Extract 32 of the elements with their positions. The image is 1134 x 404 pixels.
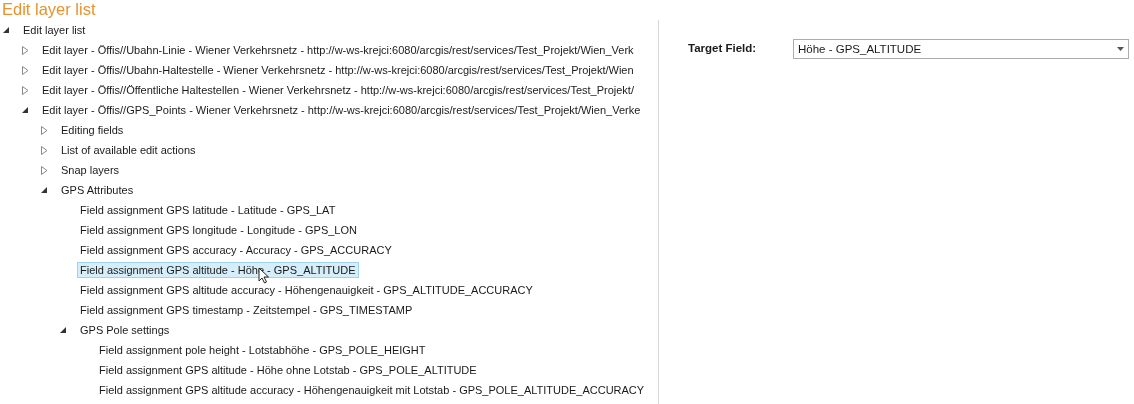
tree-item[interactable]: Field assignment pole height - Lotstabhöhe - GPS_POLE_HEIGHT: [96, 342, 429, 358]
expand-triangle-icon[interactable]: [41, 145, 48, 155]
tree-item[interactable]: Snap layers: [58, 162, 123, 178]
tree-item[interactable]: Field assignment GPS accuracy - Accuracy - GPS_ACCURACY: [77, 242, 395, 258]
tree-item[interactable]: Edit layer - Öffis//Ubahn-Linie - Wiener Verkehrsnetz - http://w-ws-krejci:6080/arcgis/rest/services/Test_Projekt/Wien_Verk: [39, 42, 637, 58]
tree-item[interactable]: Edit layer - Öffis//GPS_Points - Wiener Verkehrsnetz - http://w-ws-krejci:6080/arcgis/rest/services/Test_Projekt/Wien_Verke: [39, 102, 644, 118]
tree-item[interactable]: Edit layer - Öffis//Öffentliche Haltestellen - Wiener Verkehrsnetz - http://w-ws-krejci:6080/arcgis/rest/services/Test_Projekt/: [39, 82, 637, 98]
tree-item[interactable]: Field assignment GPS longitude - Longitude - GPS_LON: [77, 222, 360, 238]
tree-item[interactable]: Field assignment GPS altitude accuracy - Höhengenauigkeit - GPS_ALTITUDE_ACCURACY: [77, 282, 536, 298]
collapse-triangle-icon[interactable]: [22, 106, 29, 114]
tree-item[interactable]: List of available edit actions: [58, 142, 199, 158]
tree-item[interactable]: Field assignment GPS altitude - Höhe ohne Lotstab - GPS_POLE_ALTITUDE: [96, 362, 480, 378]
dropdown-arrow-icon: [1117, 47, 1124, 51]
page-title: Edit layer list: [1, 0, 97, 20]
tree-item[interactable]: Editing fields: [58, 122, 127, 138]
field-label: Target Field:: [688, 42, 758, 54]
tree-item[interactable]: Edit layer - Öffis//Ubahn-Haltestelle - Wiener Verkehrsnetz - http://w-ws-krejci:6080/arcgis/rest/services/Test_Projekt/Wien: [39, 62, 637, 78]
tree-item[interactable]: GPS Attributes: [58, 182, 137, 198]
target-field-dropdown[interactable]: Höhe - GPS_ALTITUDE: [793, 39, 1129, 59]
expand-triangle-icon[interactable]: [22, 65, 29, 75]
tree-item[interactable]: Field assignment GPS timestamp - Zeitstempel - GPS_TIMESTAMP: [77, 302, 416, 318]
expand-triangle-icon[interactable]: [22, 45, 29, 55]
collapse-triangle-icon[interactable]: [3, 26, 10, 34]
tree-item[interactable]: GPS Pole settings: [77, 322, 173, 338]
tree-item[interactable]: Field assignment GPS altitude accuracy - Höhengenauigkeit mit Lotstab - GPS_POLE_ALTITUDE_ACCURACY: [96, 382, 648, 398]
expand-triangle-icon[interactable]: [22, 85, 29, 95]
tree-item[interactable]: Edit layer list: [20, 22, 89, 38]
expand-triangle-icon[interactable]: [41, 165, 48, 175]
collapse-triangle-icon[interactable]: [41, 186, 48, 194]
expand-triangle-icon[interactable]: [41, 125, 48, 135]
tree-item[interactable]: Field assignment GPS latitude - Latitude - GPS_LAT: [77, 202, 339, 218]
collapse-triangle-icon[interactable]: [60, 326, 67, 334]
